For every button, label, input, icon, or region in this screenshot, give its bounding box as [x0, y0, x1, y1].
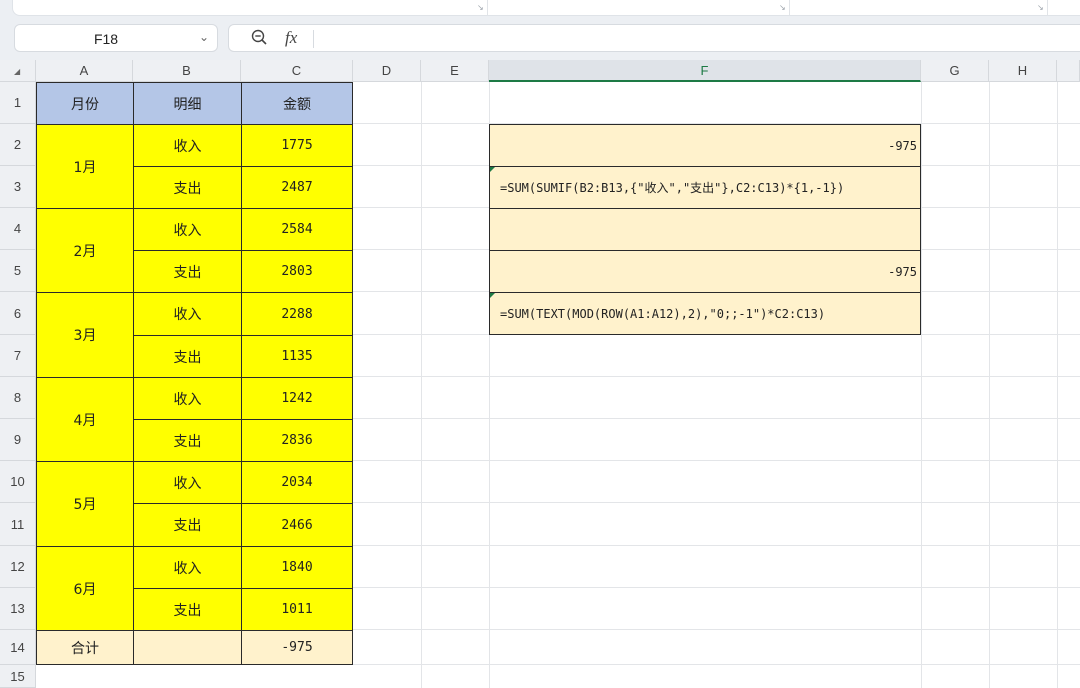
cell-c11[interactable]: 2466 [241, 503, 353, 547]
name-box[interactable]: F18 ⌄ [14, 24, 218, 52]
formula-indicator-icon [490, 167, 495, 172]
cell-f6-text: =SUM(TEXT(MOD(ROW(A1:A12),2),"0;;-1")*C2… [500, 306, 826, 321]
cell-f2-result[interactable]: -975 [489, 124, 921, 167]
column-header-d[interactable]: D [353, 60, 421, 82]
cell-f3-formula[interactable]: =SUM(SUMIF(B2:B13,{"收入","支出"},C2:C13)*{1… [489, 166, 921, 209]
cell-f2-value: -975 [888, 138, 917, 153]
cell-c9[interactable]: 2836 [241, 419, 353, 462]
cell-b10[interactable]: 收入 [133, 461, 242, 504]
cell-b1[interactable]: 明细 [133, 82, 242, 125]
ribbon-separator [789, 0, 790, 15]
cell-b7[interactable]: 支出 [133, 335, 242, 378]
row-header-5[interactable]: 5 [0, 250, 36, 292]
row-header-10[interactable]: 10 [0, 461, 36, 503]
cell-b13[interactable]: 支出 [133, 588, 242, 631]
column-header-h[interactable]: H [989, 60, 1057, 82]
cell-a14-total-label[interactable]: 合计 [36, 630, 134, 665]
group-launcher-icon[interactable]: ↘ [1037, 4, 1044, 12]
group-launcher-icon[interactable]: ↘ [477, 4, 484, 12]
cell-c8[interactable]: 1242 [241, 377, 353, 420]
cell-b14[interactable] [133, 630, 242, 665]
cell-c14-total-value[interactable]: -975 [241, 630, 353, 665]
formula-bar-divider [313, 30, 314, 48]
row-header-7[interactable]: 7 [0, 335, 36, 377]
cell-b6[interactable]: 收入 [133, 292, 242, 336]
insert-function-icon[interactable]: fx [285, 28, 297, 48]
ribbon-bottom-edge: ↘ ↘ ↘ [12, 0, 1080, 16]
cell-c4[interactable]: 2584 [241, 208, 353, 251]
cell-c12[interactable]: 1840 [241, 546, 353, 589]
cell-b8[interactable]: 收入 [133, 377, 242, 420]
ribbon-separator [1047, 0, 1048, 15]
cell-c2[interactable]: 1775 [241, 124, 353, 167]
cell-b12[interactable]: 收入 [133, 546, 242, 589]
cell-c1[interactable]: 金额 [241, 82, 353, 125]
select-all-corner[interactable]: ◢ [0, 60, 36, 82]
column-header-b[interactable]: B [133, 60, 241, 82]
cell-c5[interactable]: 2803 [241, 250, 353, 293]
cell-c3[interactable]: 2487 [241, 166, 353, 209]
cell-b9[interactable]: 支出 [133, 419, 242, 462]
cell-month-3[interactable]: 3月 [36, 292, 134, 378]
formula-indicator-icon [490, 293, 495, 298]
cell-b2[interactable]: 收入 [133, 124, 242, 167]
row-header-14[interactable]: 14 [0, 630, 36, 665]
gridline [921, 82, 922, 688]
row-header-8[interactable]: 8 [0, 377, 36, 419]
cell-b11[interactable]: 支出 [133, 503, 242, 547]
row-header-13[interactable]: 13 [0, 588, 36, 630]
row-header-9[interactable]: 9 [0, 419, 36, 461]
row-header-6[interactable]: 6 [0, 292, 36, 335]
cell-c10[interactable]: 2034 [241, 461, 353, 504]
row-header-15[interactable]: 15 [0, 665, 36, 688]
chevron-down-icon[interactable]: ⌄ [199, 30, 209, 44]
row-header-12[interactable]: 12 [0, 546, 36, 588]
cell-c13[interactable]: 1011 [241, 588, 353, 631]
cell-b4[interactable]: 收入 [133, 208, 242, 251]
column-header-c[interactable]: C [241, 60, 353, 82]
row-header-11[interactable]: 11 [0, 503, 36, 546]
formula-bar[interactable]: fx [228, 24, 1080, 52]
spreadsheet-grid[interactable]: ◢ A B C D E F G H 1 2 3 4 5 6 7 8 9 10 1… [0, 60, 1080, 688]
cell-b3[interactable]: 支出 [133, 166, 242, 209]
gridline [1057, 82, 1058, 688]
column-header-g[interactable]: G [921, 60, 989, 82]
cell-c7[interactable]: 1135 [241, 335, 353, 378]
group-launcher-icon[interactable]: ↘ [779, 4, 786, 12]
cell-f3-text: =SUM(SUMIF(B2:B13,{"收入","支出"},C2:C13)*{1… [500, 181, 845, 195]
cell-month-6[interactable]: 6月 [36, 546, 134, 631]
cell-month-4[interactable]: 4月 [36, 377, 134, 462]
row-header-3[interactable]: 3 [0, 166, 36, 208]
ribbon-separator [487, 0, 488, 15]
cell-month-1[interactable]: 1月 [36, 124, 134, 209]
row-header-4[interactable]: 4 [0, 208, 36, 250]
gridline [989, 82, 990, 688]
cell-f5-value: -975 [888, 264, 917, 279]
cell-f6-formula[interactable]: =SUM(TEXT(MOD(ROW(A1:A12),2),"0;;-1")*C2… [489, 292, 921, 335]
cell-a1[interactable]: 月份 [36, 82, 134, 125]
column-header-a[interactable]: A [36, 60, 133, 82]
column-header-e[interactable]: E [421, 60, 489, 82]
gridline [421, 82, 422, 688]
cell-f4[interactable] [489, 208, 921, 251]
zoom-out-icon[interactable] [251, 29, 267, 45]
name-box-value: F18 [93, 31, 119, 47]
cell-f5-result[interactable]: -975 [489, 250, 921, 293]
cell-b5[interactable]: 支出 [133, 250, 242, 293]
row-header-2[interactable]: 2 [0, 124, 36, 166]
cell-month-5[interactable]: 5月 [36, 461, 134, 547]
column-header-f[interactable]: F [489, 60, 921, 82]
cell-c6[interactable]: 2288 [241, 292, 353, 336]
row-header-1[interactable]: 1 [0, 82, 36, 124]
cell-month-2[interactable]: 2月 [36, 208, 134, 293]
column-header-next[interactable] [1057, 60, 1080, 82]
